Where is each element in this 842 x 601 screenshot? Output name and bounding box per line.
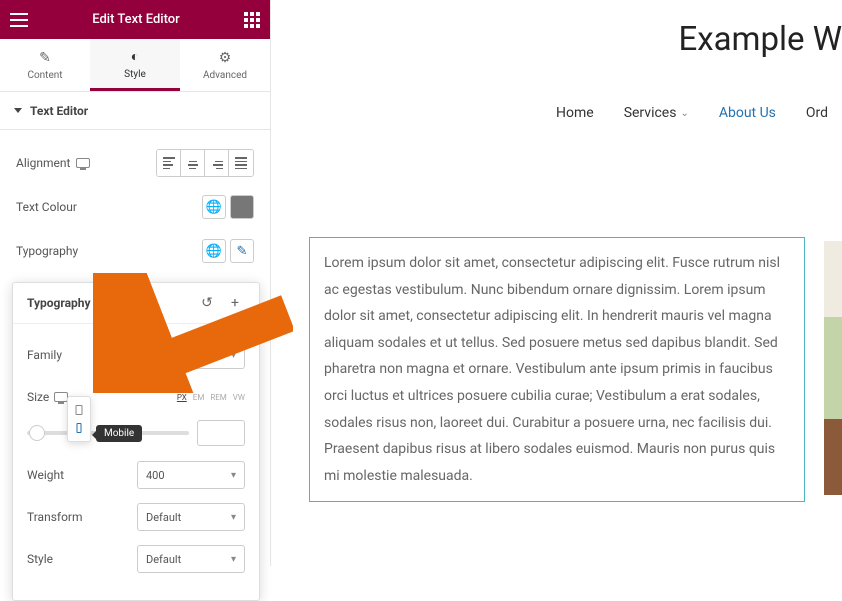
unit-rem[interactable]: REM — [210, 393, 226, 402]
color-swatch[interactable] — [230, 195, 254, 219]
device-tablet[interactable] — [68, 401, 90, 419]
align-left-button[interactable] — [157, 150, 181, 176]
panel-body: Alignment Text Colour 🌐 Typography 🌐 ✎ — [0, 130, 270, 290]
tooltip-mobile: Mobile — [96, 425, 142, 442]
text-editor-widget[interactable]: Lorem ipsum dolor sit amet, consectetur … — [309, 237, 805, 502]
pencil-icon: ✎ — [39, 50, 51, 66]
slider-thumb[interactable] — [29, 425, 45, 441]
sidebar-image-widget — [824, 241, 842, 495]
reset-button[interactable]: ↺ — [197, 293, 217, 313]
transform-dropdown[interactable]: Default — [137, 503, 245, 531]
site-nav: Home Services ⌄ About Us Ord — [556, 105, 828, 121]
row-text-colour: Text Colour 🌐 — [16, 188, 254, 226]
apps-icon[interactable] — [244, 12, 260, 28]
row-style: Style Default — [27, 540, 245, 578]
nav-order[interactable]: Ord — [806, 105, 828, 121]
align-right-button[interactable] — [205, 150, 229, 176]
contrast-icon: ◐ — [131, 48, 139, 65]
nav-about[interactable]: About Us — [719, 105, 776, 121]
section-text-editor[interactable]: Text Editor — [0, 92, 270, 130]
row-weight: Weight 400 — [27, 456, 245, 494]
unit-vw[interactable]: VW — [233, 393, 245, 402]
menu-icon[interactable] — [10, 13, 28, 27]
gear-icon: ⚙ — [219, 50, 232, 66]
alignment-buttons — [156, 149, 254, 177]
edit-typography-button[interactable]: ✎ — [230, 239, 254, 263]
row-typography: Typography 🌐 ✎ — [16, 232, 254, 270]
preview-area: Example W Home Services ⌄ About Us Ord L… — [292, 0, 842, 566]
panel-tabs: ✎ Content ◐ Style ⚙ Advanced — [0, 39, 270, 92]
unit-px[interactable]: PX — [177, 393, 187, 402]
align-center-button[interactable] — [181, 150, 205, 176]
desktop-icon[interactable] — [76, 158, 90, 168]
tab-advanced[interactable]: ⚙ Advanced — [180, 39, 270, 91]
row-size: Size PX EM REM VW — [27, 378, 245, 416]
row-alignment: Alignment — [16, 144, 254, 182]
size-units: PX EM REM VW — [177, 393, 245, 402]
caret-down-icon — [14, 108, 22, 113]
globe-icon[interactable]: 🌐 — [202, 239, 226, 263]
nav-services[interactable]: Services ⌄ — [624, 105, 689, 121]
size-input[interactable] — [197, 420, 245, 446]
tab-style[interactable]: ◐ Style — [90, 39, 180, 91]
align-justify-button[interactable] — [229, 150, 253, 176]
row-transform: Transform Default — [27, 498, 245, 536]
device-switcher-menu — [67, 396, 91, 442]
sidebar-header: Edit Text Editor — [0, 0, 270, 39]
style-dropdown[interactable]: Default — [137, 545, 245, 573]
add-button[interactable]: + — [225, 293, 245, 313]
unit-em[interactable]: EM — [193, 393, 205, 402]
popover-header: Typography ↺ + — [13, 283, 259, 324]
site-title: Example W — [678, 20, 842, 59]
tab-content[interactable]: ✎ Content — [0, 39, 90, 91]
weight-dropdown[interactable]: 400 — [137, 461, 245, 489]
family-dropdown[interactable] — [137, 341, 245, 369]
device-mobile[interactable] — [68, 419, 90, 437]
globe-icon[interactable]: 🌐 — [202, 195, 226, 219]
chevron-down-icon: ⌄ — [680, 108, 688, 119]
nav-home[interactable]: Home — [556, 105, 594, 121]
row-family: Family — [27, 336, 245, 374]
header-title: Edit Text Editor — [92, 12, 180, 27]
